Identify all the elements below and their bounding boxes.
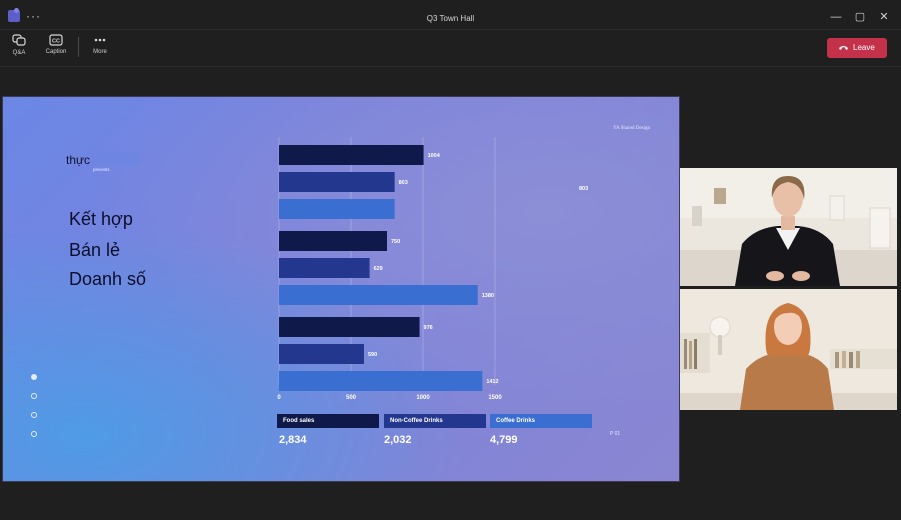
slide-nav-dot[interactable] xyxy=(31,431,37,437)
total-food-sales: 2,834 xyxy=(279,434,307,446)
slide-nav-dot[interactable] xyxy=(31,393,37,399)
bar-value-label: 803 xyxy=(399,180,408,186)
bar-value-label: 803 xyxy=(579,186,588,192)
chart-bar xyxy=(279,145,424,165)
slide-page-number: P 01 xyxy=(610,431,621,437)
chart-bar xyxy=(279,285,478,305)
slide-brand: YA Shared Design xyxy=(613,126,650,131)
more-icon xyxy=(94,38,106,42)
caption-label: Caption xyxy=(45,49,67,55)
sales-bar-chart: 0 500 1000 1500 1004 803 803 750 629 1380 976 590 14… xyxy=(277,137,588,401)
shared-slide: YA Shared Design thực presents Kết hợp B… xyxy=(2,96,680,482)
x-tick-label: 1500 xyxy=(488,395,502,401)
qa-button[interactable]: Q&A xyxy=(1,34,37,56)
x-tick-label: 1000 xyxy=(416,395,430,401)
leave-label: Leave xyxy=(853,43,875,52)
chart-bar xyxy=(279,344,364,364)
legend-coffee-drinks: Coffee Drinks xyxy=(490,414,592,428)
title-bar: ··· Q3 Town Hall — ▢ ✕ xyxy=(0,0,901,30)
bar-value-label: 1380 xyxy=(482,293,494,299)
slide-nav-dot[interactable] xyxy=(31,412,37,418)
participant-video-2[interactable] xyxy=(680,289,897,410)
chart-bar xyxy=(279,172,395,192)
qa-icon xyxy=(12,34,26,46)
chart-bar xyxy=(279,199,395,219)
minimize-button[interactable]: — xyxy=(828,9,844,25)
phone-hangup-icon xyxy=(839,46,848,50)
slide-nav-dot[interactable] xyxy=(31,374,37,380)
participant-2-image xyxy=(680,289,897,410)
more-button[interactable]: More xyxy=(82,34,118,55)
legend-food-sales: Food sales xyxy=(277,414,379,428)
qa-label: Q&A xyxy=(12,50,26,56)
slide-heading-1: Kết hợp xyxy=(69,209,133,229)
chart-bar xyxy=(279,231,387,251)
slide-kicker-cover xyxy=(96,152,140,165)
close-button[interactable]: ✕ xyxy=(876,9,892,25)
bar-value-label: 629 xyxy=(374,266,383,272)
chart-bar xyxy=(279,371,483,391)
meeting-toolbar: Q&A CC Caption More Leave xyxy=(0,31,901,67)
bar-value-label: 750 xyxy=(391,239,400,245)
legend-non-coffee-drinks: Non-Coffee Drinks xyxy=(384,414,486,428)
toolbar-divider xyxy=(78,37,79,57)
caption-icon: CC xyxy=(49,34,63,46)
maximize-button[interactable]: ▢ xyxy=(852,9,868,25)
participant-video-1[interactable] xyxy=(680,168,897,286)
slide-heading-3: Doanh số xyxy=(69,269,147,289)
bar-value-label: 976 xyxy=(424,325,433,331)
window-title: Q3 Town Hall xyxy=(426,14,475,23)
x-tick-label: 500 xyxy=(346,395,357,401)
bar-value-label: 1412 xyxy=(486,379,498,385)
svg-text:CC: CC xyxy=(52,39,60,45)
more-label: More xyxy=(93,49,107,55)
slide-presents: presents xyxy=(93,168,110,173)
bar-value-label: 1004 xyxy=(428,153,441,159)
slide-heading-2: Bán lẻ xyxy=(69,240,121,260)
total-non-coffee-drinks: 2,032 xyxy=(384,434,412,446)
chart-bar xyxy=(279,258,370,278)
slide-kicker: thực xyxy=(66,153,91,167)
leave-button[interactable]: Leave xyxy=(827,38,887,58)
x-tick-label: 0 xyxy=(277,395,281,401)
meeting-window: ··· Q3 Town Hall — ▢ ✕ Q&A CC Caption Mo xyxy=(0,0,901,520)
caption-button[interactable]: CC Caption xyxy=(38,34,74,55)
participant-1-image xyxy=(680,168,897,286)
bar-value-label: 590 xyxy=(368,352,377,358)
chart-bar xyxy=(279,317,420,337)
total-coffee-drinks: 4,799 xyxy=(490,434,518,446)
